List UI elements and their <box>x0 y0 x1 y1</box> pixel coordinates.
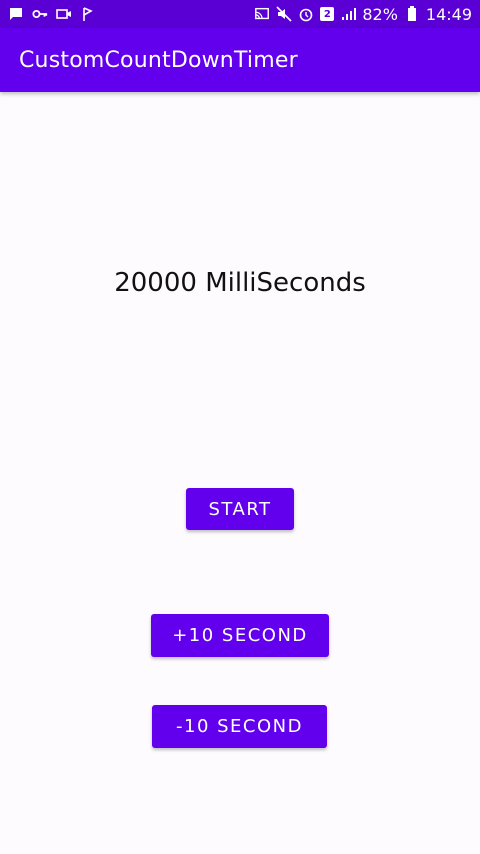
timer-display: 20000 MilliSeconds <box>114 268 366 298</box>
mute-icon <box>276 6 292 22</box>
start-button[interactable]: START <box>186 488 294 530</box>
battery-icon <box>404 6 420 22</box>
app-title: CustomCountDownTimer <box>19 47 298 73</box>
video-icon <box>56 6 72 22</box>
status-bar: 2 82% 14:49 <box>0 0 480 28</box>
flag-icon <box>80 6 96 22</box>
add-10-seconds-button[interactable]: +10 SECOND <box>151 614 329 657</box>
notification-badge: 2 <box>320 7 335 21</box>
app-bar: CustomCountDownTimer <box>0 28 480 92</box>
signal-icon <box>340 6 357 22</box>
key-icon <box>32 6 48 22</box>
alarm-icon <box>298 6 314 22</box>
status-time: 14:49 <box>425 4 472 24</box>
cast-icon <box>254 6 270 22</box>
subtract-10-seconds-button[interactable]: -10 SECOND <box>152 705 327 748</box>
message-icon <box>8 6 24 22</box>
battery-percent: 82% <box>362 4 398 24</box>
